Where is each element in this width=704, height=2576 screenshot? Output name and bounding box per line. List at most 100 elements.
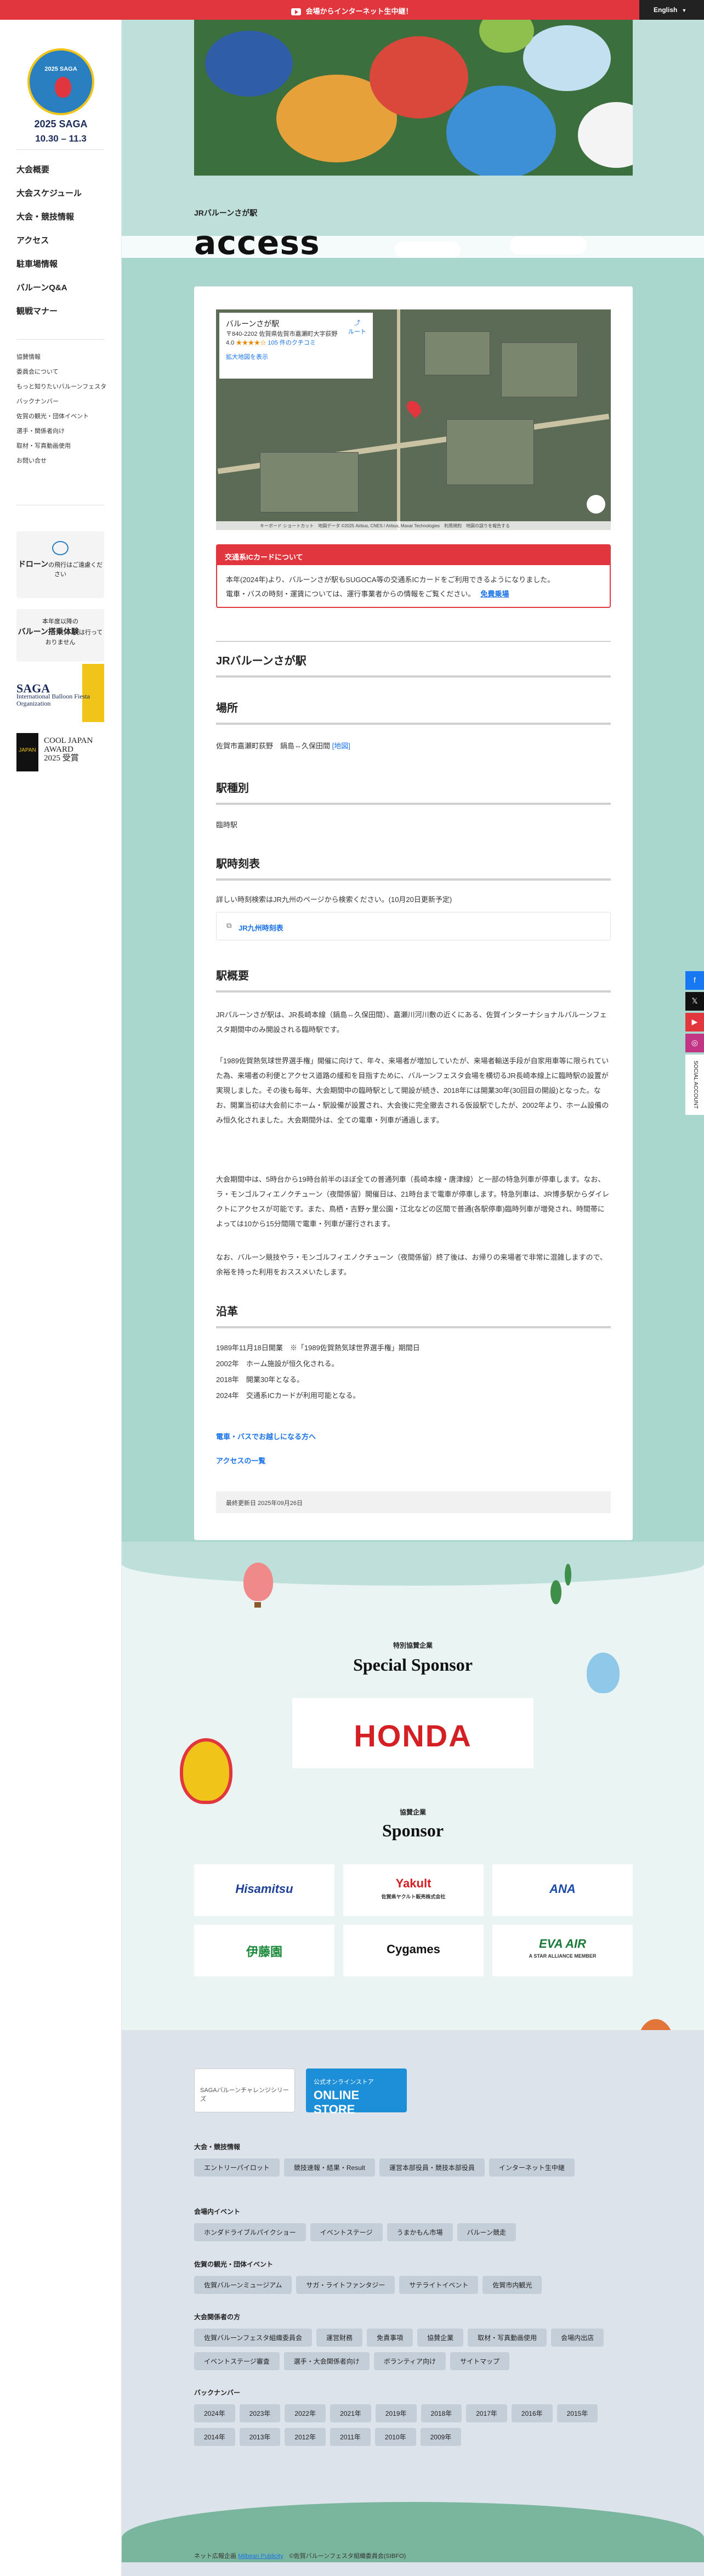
map-field [260, 452, 359, 512]
google-map[interactable]: バルーンさが駅 〒840-2202 佐賀県佐賀市嘉瀬町大字荻野 4.0 ★★★★… [216, 309, 611, 530]
footer-tag[interactable]: 協賛企業 [417, 2329, 464, 2347]
reviews-link[interactable]: 105 件のクチコミ [268, 340, 315, 346]
footer-tag[interactable]: うまかもん市場 [387, 2223, 453, 2241]
publicity-link[interactable]: Milbean Publicity [238, 2553, 283, 2560]
footer-tag[interactable]: 2011年 [330, 2428, 371, 2446]
challenge-series-banner[interactable]: SAGAバルーンチャレンジシリーズ [194, 2068, 295, 2112]
sponsor-logo-ana[interactable]: ANA [492, 1864, 633, 1916]
nav-item-qa[interactable]: バルーンQ&A [16, 283, 110, 306]
tree-decoration [565, 1564, 571, 1586]
footer-tag[interactable]: 会場内出店 [551, 2329, 604, 2347]
facebook-icon[interactable]: f [685, 971, 704, 990]
footer-tag[interactable]: エントリーパイロット [194, 2158, 280, 2177]
subnav-item-players[interactable]: 選手・関係者向け [16, 426, 115, 441]
sponsor-logo-yakult[interactable]: Yakult 佐賀県ヤクルト販売株式会社 [343, 1864, 484, 1916]
footer-tag[interactable]: 2009年 [420, 2428, 462, 2446]
instagram-icon[interactable]: ◎ [685, 1034, 704, 1052]
honda-logo[interactable]: HONDA [292, 1698, 533, 1768]
train-bus-link[interactable]: 電車・バスでお越しになる方へ [216, 1431, 611, 1441]
subnav-item-committee[interactable]: 委員会について [16, 367, 115, 382]
sponsor-logo-itoen[interactable]: 伊藤園 [194, 1925, 334, 1976]
footer-tag[interactable]: 佐賀市内観光 [482, 2276, 542, 2294]
footer-tag[interactable]: 2018年 [421, 2404, 462, 2422]
footer-tag[interactable]: 2014年 [194, 2428, 235, 2446]
footer-tag[interactable]: 2017年 [466, 2404, 507, 2422]
sponsor-logo-eva-air[interactable]: EVA AIR A STAR ALLIANCE MEMBER [492, 1925, 633, 1976]
footer-tag[interactable]: 2019年 [375, 2404, 417, 2422]
access-list-link[interactable]: アクセスの一覧 [216, 1455, 611, 1465]
site-logo[interactable]: 2025 SAGA 2025 SAGA 10.30 – 11.3 [27, 48, 94, 153]
footer-tag[interactable]: 選手・大会関係者向け [283, 2352, 370, 2370]
balloon-icon [55, 77, 71, 98]
footer-tag[interactable]: サテライトイベント [399, 2276, 479, 2294]
footer-tag[interactable]: 2021年 [330, 2404, 371, 2422]
last-updated: 最終更新日 2025年09月26日 [216, 1491, 611, 1513]
footer-tag[interactable]: 2015年 [557, 2404, 598, 2422]
live-stream-link[interactable]: 会場からインターネット生中継！ [0, 5, 704, 16]
notice-link[interactable]: 免費乗場 [480, 590, 509, 598]
ic-card-notice: 交通系ICカードについて 本年(2024年)より、バルーンさが駅もSUGOCA等… [216, 544, 611, 608]
history-heading: 沿革 [216, 1303, 611, 1328]
sponsor-logo-cygames[interactable]: Cygames [343, 1925, 484, 1976]
nav-item-manners[interactable]: 観戦マナー [16, 306, 110, 330]
map-footer: キーボード ショートカット 地図データ ©2025 Airbus, CNES /… [216, 521, 611, 530]
nav-item-access[interactable]: アクセス [16, 235, 110, 259]
footer-tag[interactable]: 2016年 [511, 2404, 553, 2422]
enlarge-map-link[interactable]: 拡大地図を表示 [226, 352, 366, 361]
footer-tag[interactable]: 2023年 [239, 2404, 281, 2422]
logo-badge: 2025 SAGA [27, 48, 94, 115]
online-store-banner[interactable]: 公式オンラインストア ONLINE STORE [306, 2068, 407, 2116]
nav-item-overview[interactable]: 大会概要 [16, 165, 110, 188]
ibfo-logo[interactable]: SAGA International Balloon Fiesta Organiz… [16, 664, 104, 722]
language-switch[interactable]: English ▼ [639, 0, 704, 20]
subnav-item-press[interactable]: 取材・写真動画使用 [16, 441, 115, 456]
map-pin-icon[interactable] [404, 398, 424, 419]
nav-item-parking[interactable]: 駐車場情報 [16, 259, 110, 283]
footer-tag[interactable]: サガ・ライトファンタジー [296, 2276, 395, 2294]
footer-tag[interactable]: 取材・写真動画使用 [468, 2329, 547, 2347]
nav-item-schedule[interactable]: 大会スケジュール [16, 188, 110, 212]
subnav-item-backnumber[interactable]: バックナンバー [16, 397, 115, 412]
footer-tag[interactable]: 2022年 [285, 2404, 326, 2422]
nav-item-competition[interactable]: 大会・競技情報 [16, 212, 110, 235]
footer-tag[interactable]: 免責事項 [367, 2329, 413, 2347]
divider [16, 339, 104, 340]
footer-tag[interactable]: イベントステージ [310, 2223, 383, 2241]
footer-tag[interactable]: 佐賀バルーンミュージアム [194, 2276, 292, 2294]
timetable-link[interactable]: JR九州時刻表 [216, 912, 611, 940]
breadcrumb: JRバルーンさが駅 [194, 208, 258, 217]
drone-icon [52, 541, 69, 555]
subnav-item-contact[interactable]: お問い合せ [16, 456, 115, 471]
footer-tag[interactable]: ボランティア向け [373, 2352, 446, 2370]
cloud [395, 241, 461, 258]
footer-tag[interactable]: インターネット生中継 [489, 2158, 575, 2177]
footer-tag[interactable]: 運営財務 [316, 2329, 363, 2347]
footer-tag-list: エントリーパイロット 競技速報・結果・Result 運営本部役員・競技本部役員 インタ… [194, 2158, 622, 2182]
subnav-item-more[interactable]: もっと知りたいバルーンフェスタ [16, 382, 115, 397]
cool-japan-award-logo[interactable]: JAPAN COOL JAPAN AWARD 2025 受賞 [16, 733, 104, 771]
footer-tag[interactable]: 運営本部役員・競技本部役員 [379, 2158, 485, 2177]
footer-tag[interactable]: サイトマップ [450, 2352, 510, 2370]
chevron-down-icon: ▼ [682, 8, 687, 13]
footer-tag[interactable]: 佐賀バルーンフェスタ組織委員会 [194, 2329, 313, 2347]
x-icon[interactable]: 𝕏 [685, 992, 704, 1011]
route-button[interactable]: ⤴ ルート [348, 318, 366, 336]
footer-tag[interactable]: バルーン競走 [457, 2223, 516, 2241]
subnav-item-tourism[interactable]: 佐賀の観光・団体イベント [16, 412, 115, 426]
fullscreen-button[interactable] [587, 495, 605, 514]
youtube-icon[interactable]: ▶ [685, 1013, 704, 1031]
footer-tag[interactable]: 2013年 [239, 2428, 281, 2446]
drone-notice[interactable]: ドローンの飛行はご遠慮ください [16, 531, 104, 598]
experience-notice[interactable]: 本年度以降の バルーン搭乗体験は行っておりません [16, 609, 104, 662]
footer-tag[interactable]: 2024年 [194, 2404, 235, 2422]
footer-tag[interactable]: 競技速報・結果・Result [283, 2158, 375, 2177]
sponsor-logo-hisamitsu[interactable]: Hisamitsu [194, 1864, 334, 1916]
subnav-item-sponsors[interactable]: 協賛情報 [16, 352, 115, 367]
footer-tag[interactable]: 2010年 [374, 2428, 416, 2446]
map-link[interactable]: [地図] [332, 742, 350, 750]
footer-tag[interactable]: イベントステージ審査 [194, 2352, 280, 2370]
footer-tag[interactable]: ホンダドライブルパイクショー [194, 2223, 306, 2241]
footer-tag[interactable]: 2012年 [285, 2428, 326, 2446]
logo-dates: 10.30 – 11.3 [35, 133, 87, 144]
live-stream-bar[interactable]: 会場からインターネット生中継！ English ▼ [0, 0, 704, 20]
